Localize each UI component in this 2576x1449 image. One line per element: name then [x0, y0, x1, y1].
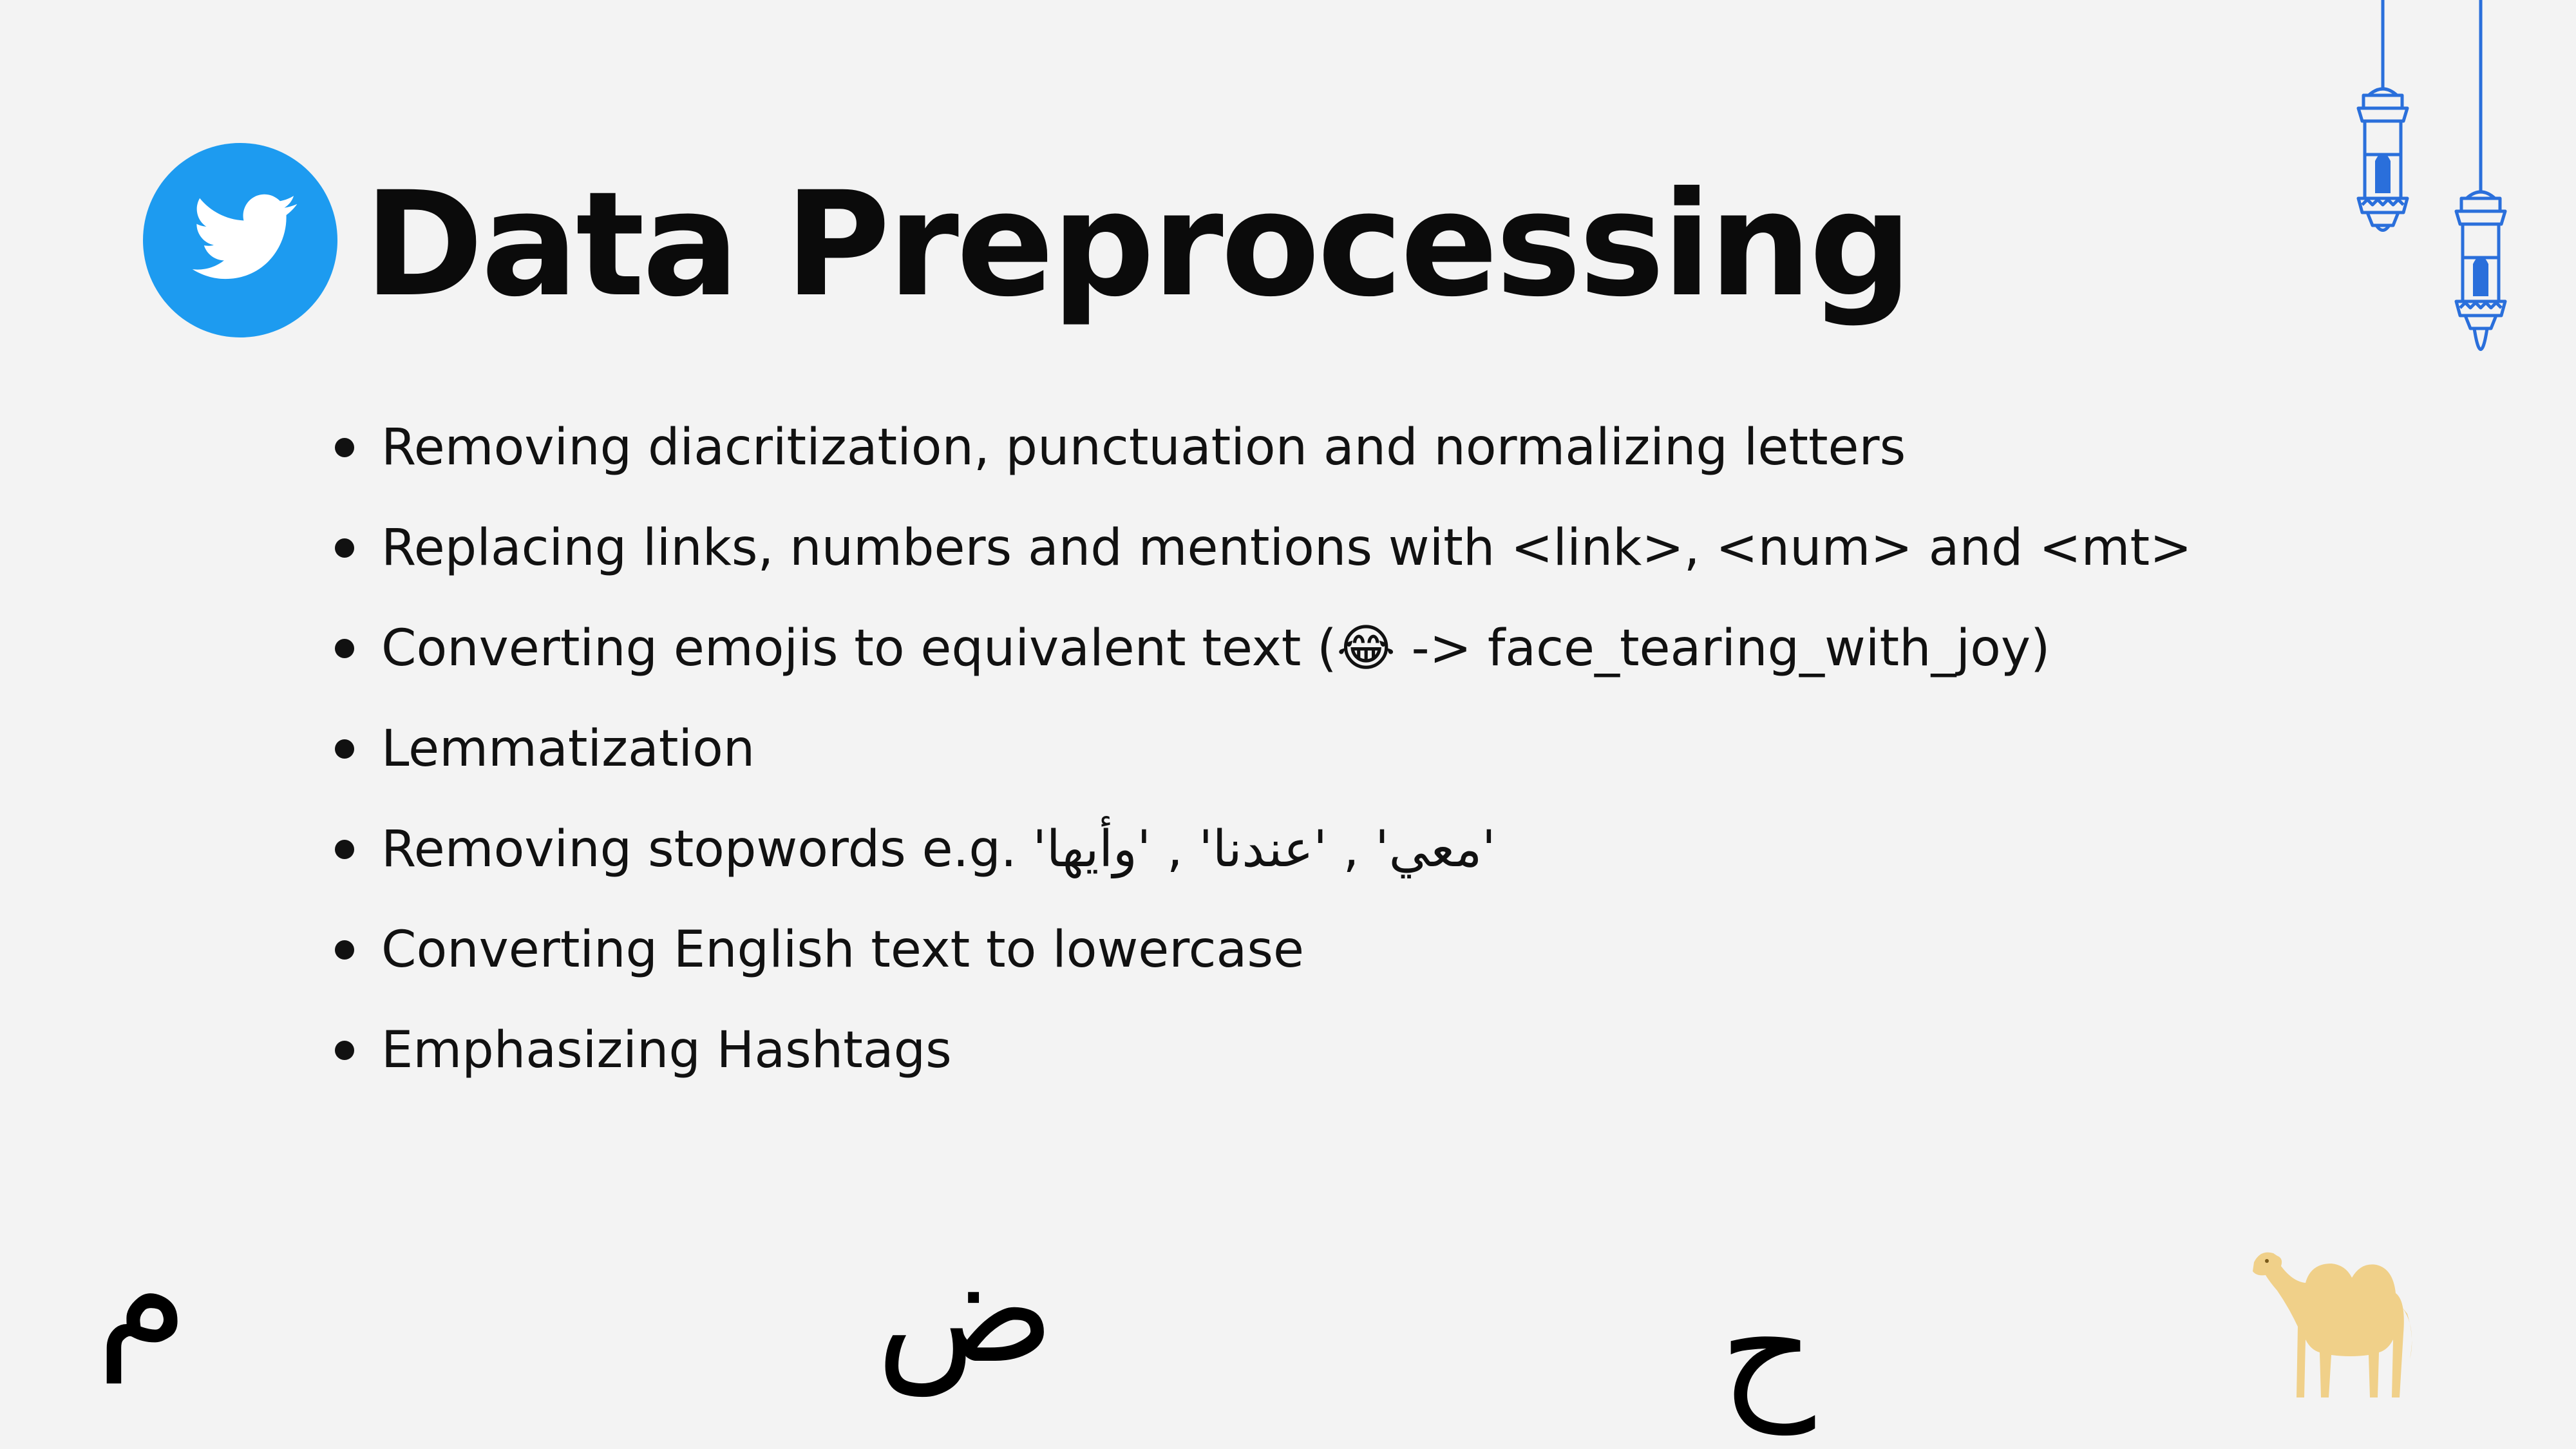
- bullet-item: Removing diacritization, punctuation and…: [335, 412, 2192, 513]
- bullet-dot: [335, 840, 354, 859]
- arabic-letter-haa: ح: [1719, 1263, 1815, 1435]
- bullet-text: Removing stopwords e.g. 'معي' , 'عندنا' …: [381, 820, 1496, 878]
- bullet-item: Emphasizing Hashtags: [335, 1015, 2192, 1115]
- arabic-letter-dad: ض: [876, 1224, 1056, 1396]
- bullet-dot: [335, 1041, 354, 1060]
- bullet-item: Converting English text to lowercase: [335, 914, 2192, 1015]
- bullet-text: Converting emojis to equivalent text (😂 …: [381, 620, 2050, 677]
- bullet-text: Replacing links, numbers and mentions wi…: [381, 519, 2192, 577]
- bullet-item: Converting emojis to equivalent text (😂 …: [335, 613, 2192, 714]
- bullet-dot: [335, 538, 354, 558]
- bullet-dot: [335, 639, 354, 658]
- bullet-dot: [335, 739, 354, 759]
- camel-icon: [2253, 1252, 2412, 1397]
- bullet-item: Removing stopwords e.g. 'معي' , 'عندنا' …: [335, 814, 2192, 914]
- slide: { "slide": { "title": "Data Preprocessin…: [0, 0, 2576, 1449]
- lantern-icon: [2356, 0, 2507, 351]
- bullet-item: Lemmatization: [335, 714, 2192, 814]
- bullet-dot: [335, 940, 354, 960]
- bullet-item: Replacing links, numbers and mentions wi…: [335, 513, 2192, 613]
- bullet-list: Removing diacritization, punctuation and…: [335, 412, 2192, 1115]
- bullet-text: Emphasizing Hashtags: [381, 1021, 952, 1079]
- arabic-letter-meem: م: [97, 1211, 189, 1383]
- bullet-text: Converting English text to lowercase: [381, 921, 1304, 979]
- twitter-logo-icon: [143, 143, 337, 337]
- bullet-text: Lemmatization: [381, 720, 755, 778]
- page-title: Data Preprocessing: [364, 160, 1913, 328]
- bullet-text: Removing diacritization, punctuation and…: [381, 419, 1906, 477]
- bullet-dot: [335, 438, 354, 457]
